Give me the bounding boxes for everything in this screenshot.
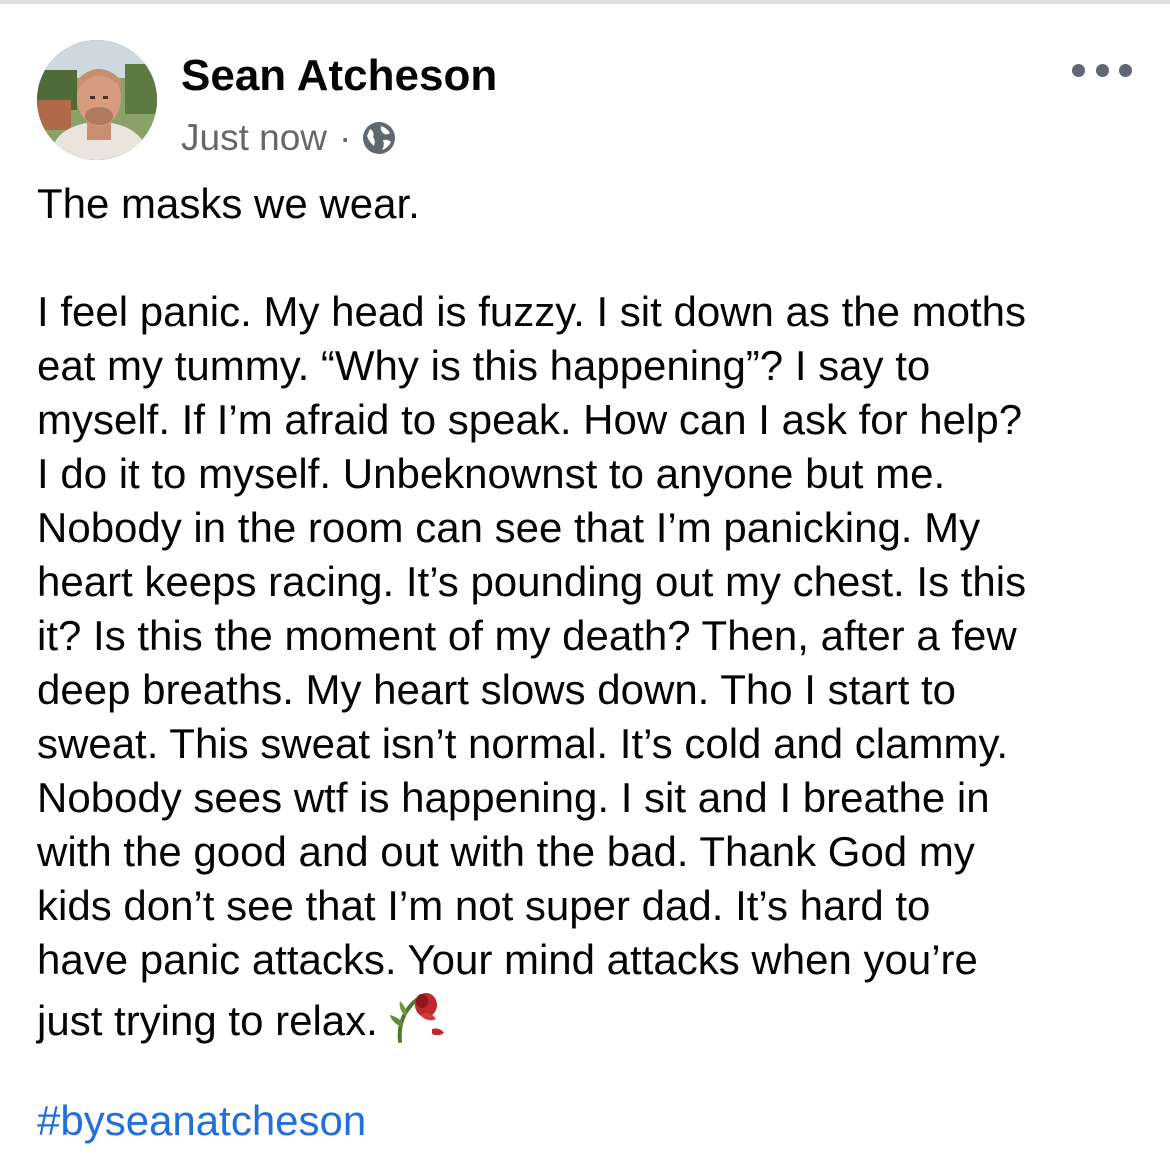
- text-line-last: just trying to relax.: [37, 987, 1147, 1044]
- post-paragraph: I feel panic. My head is fuzzy. I sit do…: [37, 285, 1147, 1044]
- more-dot: [1119, 63, 1132, 77]
- text-line: Nobody sees wtf is happening. I sit and …: [37, 774, 990, 821]
- text-line: it? Is this the moment of my death? Then…: [37, 612, 1017, 659]
- text-line: kids don’t see that I’m not super dad. I…: [37, 882, 931, 929]
- more-dot: [1095, 63, 1109, 77]
- post-meta: Just now ·: [181, 114, 397, 162]
- text-line: heart keeps racing. It’s pounding out my…: [37, 558, 1027, 605]
- post-timestamp[interactable]: Just now: [181, 117, 327, 159]
- text-line: Nobody in the room can see that I’m pani…: [37, 504, 981, 551]
- paragraph-break: [37, 231, 1147, 285]
- wilted-rose-emoji: [389, 993, 444, 1043]
- text-line: I do it to myself. Unbeknownst to anyone…: [37, 450, 946, 497]
- meta-separator: ·: [339, 117, 352, 158]
- text-line: have panic attacks. Your mind attacks wh…: [37, 936, 978, 983]
- post-text: The masks we wear. I feel panic. My head…: [37, 177, 1147, 1044]
- text-line: deep breaths. My heart slows down. Tho I…: [37, 666, 957, 713]
- text-line: sweat. This sweat isn’t normal. It’s col…: [37, 720, 1009, 767]
- text-line: I feel panic. My head is fuzzy. I sit do…: [37, 288, 1027, 335]
- post-title-line: The masks we wear.: [37, 180, 420, 227]
- text-line: eat my tummy. “Why is this happening”? I…: [37, 342, 931, 389]
- author-name[interactable]: Sean Atcheson: [181, 50, 497, 102]
- more-options-icon[interactable]: [1072, 54, 1132, 86]
- hashtag-link[interactable]: #byseanatcheson: [37, 1094, 366, 1148]
- more-dot: [1072, 63, 1085, 77]
- text-line: myself. If I’m afraid to speak. How can …: [37, 396, 1023, 443]
- facebook-post: Sean Atcheson Just now · The masks we we…: [0, 0, 1170, 1175]
- last-line-text: just trying to relax.: [37, 997, 378, 1044]
- avatar-image: [37, 40, 157, 160]
- text-line: with the good and out with the bad. Than…: [37, 828, 975, 875]
- avatar[interactable]: [37, 40, 157, 160]
- globe-icon[interactable]: [361, 120, 397, 156]
